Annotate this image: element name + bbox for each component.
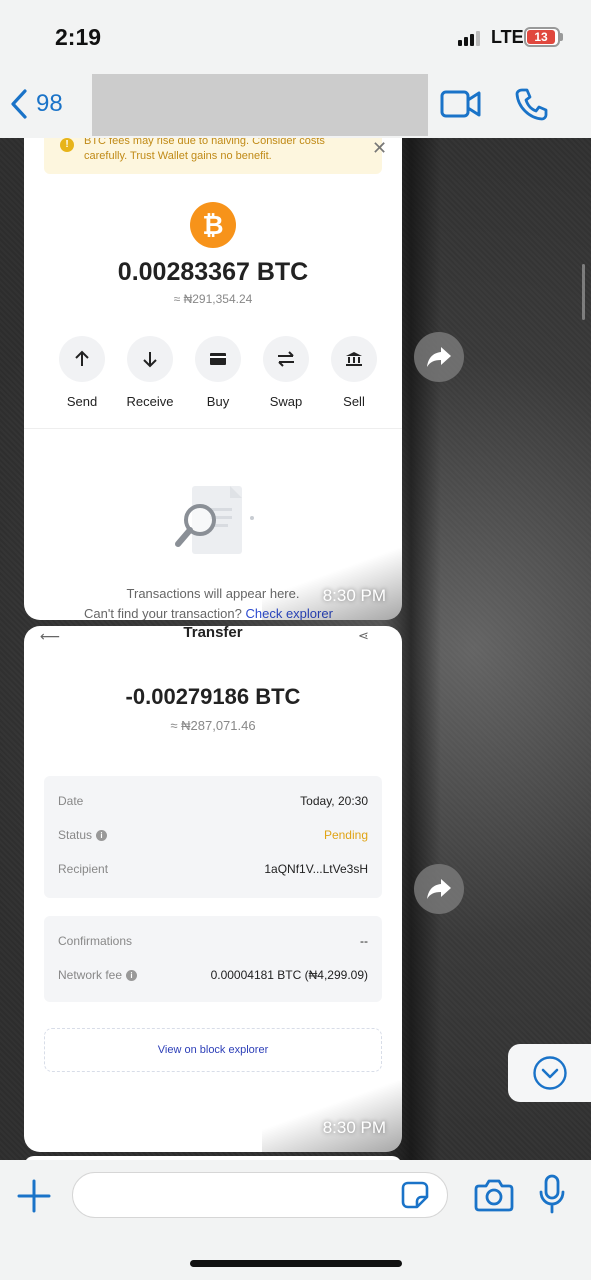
confirmations-value: --	[360, 934, 368, 948]
sell-action: Sell	[324, 336, 384, 409]
date-value: Today, 20:30	[300, 794, 368, 808]
scroll-to-bottom-button[interactable]	[508, 1044, 591, 1102]
message-timestamp: 8:30 PM	[322, 586, 386, 605]
image-message-transfer[interactable]: ⟵ Transfer ⋖ -0.00279186 BTC ≈ ₦287,071.…	[24, 626, 402, 1152]
attach-button[interactable]	[14, 1176, 54, 1216]
forward-button[interactable]	[414, 864, 464, 914]
back-button[interactable]: 98	[10, 86, 63, 122]
date-label: Date	[58, 794, 84, 808]
warning-icon: !	[60, 138, 74, 152]
balance-fiat: ≈ ₦291,354.24	[173, 292, 253, 306]
message-timestamp: 8:30 PM	[322, 1118, 386, 1137]
voice-message-button[interactable]	[538, 1174, 566, 1214]
block-explorer-box: View on block explorer	[44, 1028, 382, 1072]
contact-name-redacted[interactable]	[92, 74, 428, 136]
fee-label-wrap: Network fee i	[58, 968, 138, 982]
battery-tip	[560, 33, 563, 41]
swap-icon	[263, 336, 309, 382]
action-label: Buy	[206, 394, 230, 409]
wallet-actions: Send Receive Buy Swap Sell	[52, 336, 377, 416]
sticker-button[interactable]	[400, 1180, 430, 1210]
recipient-label: Recipient	[58, 862, 109, 876]
send-action: Send	[52, 336, 112, 409]
microphone-icon	[539, 1174, 565, 1214]
bank-icon	[331, 336, 377, 382]
transfer-fiat: ≈ ₦287,071.46	[170, 718, 256, 733]
transfer-amount: -0.00279186 BTC	[125, 684, 301, 709]
action-label: Send	[66, 394, 98, 409]
forward-arrow-icon	[427, 347, 451, 367]
recipient-value: 1aQNf1V...LtVe3sH	[264, 862, 368, 876]
home-indicator	[190, 1260, 402, 1267]
divider	[24, 428, 402, 429]
status-bar: 2:19 LTE 13	[0, 0, 591, 72]
arrow-up-icon	[59, 336, 105, 382]
btc-balance: 0.00283367 BTC	[117, 258, 309, 286]
plus-icon	[17, 1179, 51, 1213]
network-details-card: Confirmations -- Network fee i 0.00004181…	[44, 916, 382, 1002]
warning-text: BTC fees may rise due to halving. Consid…	[84, 138, 325, 162]
receive-action: Receive	[120, 336, 180, 409]
voice-call-button[interactable]	[514, 86, 550, 122]
status-row: Status i Pending	[58, 828, 368, 846]
message-input[interactable]	[72, 1172, 448, 1218]
share-icon: ⋖	[358, 628, 369, 643]
info-icon: i	[126, 970, 138, 981]
info-icon: i	[96, 830, 108, 841]
network-type: LTE	[491, 27, 524, 47]
confirmations-label: Confirmations	[58, 934, 133, 948]
transfer-details-card: Date Today, 20:30 Status i Pending Recipi…	[44, 776, 382, 898]
date-row: Date Today, 20:30	[58, 794, 368, 812]
scroll-indicator	[582, 264, 585, 320]
signal-icon	[458, 30, 484, 46]
sticker-icon	[401, 1181, 429, 1209]
close-icon: ✕	[372, 138, 388, 158]
action-label: Sell	[343, 394, 365, 409]
phone-icon	[515, 88, 548, 121]
status-label-wrap: Status i	[58, 828, 108, 842]
message-composer	[0, 1160, 591, 1280]
time-shade	[262, 1080, 402, 1152]
arrow-down-icon	[127, 336, 173, 382]
battery-icon: 13	[524, 27, 560, 47]
transfer-title: Transfer	[183, 626, 243, 641]
camera-icon	[474, 1179, 514, 1212]
image-message-wallet[interactable]: ! BTC fees may rise due to halving. Cons…	[24, 138, 402, 620]
forward-button[interactable]	[414, 332, 464, 382]
buy-action: Buy	[188, 336, 248, 409]
battery-level: 13	[527, 30, 555, 44]
card-icon	[195, 336, 241, 382]
block-explorer-link: View on block explorer	[157, 1044, 269, 1056]
confirmations-row: Confirmations --	[58, 934, 368, 952]
clock: 2:19	[55, 24, 102, 50]
explorer-hint-text: Can't find your transaction?	[84, 606, 242, 620]
video-camera-icon	[440, 90, 481, 118]
camera-button[interactable]	[474, 1178, 514, 1212]
swap-action: Swap	[256, 336, 316, 409]
chat-header: 98	[0, 72, 591, 138]
fee-row: Network fee i 0.00004181 BTC (₦4,299.09)	[58, 968, 368, 986]
magnifier-document-icon	[175, 486, 254, 554]
bitcoin-icon: ₿	[190, 202, 236, 248]
action-label: Receive	[126, 394, 174, 409]
chevron-down-circle-icon	[532, 1056, 567, 1090]
recipient-row: Recipient 1aQNf1V...LtVe3sH	[58, 862, 368, 880]
video-call-button[interactable]	[440, 88, 482, 120]
time-shade	[262, 548, 402, 620]
fee-label: Network fee	[58, 968, 123, 982]
fee-value: 0.00004181 BTC (₦4,299.09)	[210, 968, 368, 982]
status-label: Status	[58, 828, 93, 842]
status-value: Pending	[323, 828, 368, 842]
unread-count: 98	[36, 90, 63, 117]
action-label: Swap	[269, 394, 303, 409]
forward-arrow-icon	[427, 879, 451, 899]
chevron-left-icon	[11, 89, 27, 119]
warning-banner: ! BTC fees may rise due to halving. Cons…	[44, 138, 387, 174]
